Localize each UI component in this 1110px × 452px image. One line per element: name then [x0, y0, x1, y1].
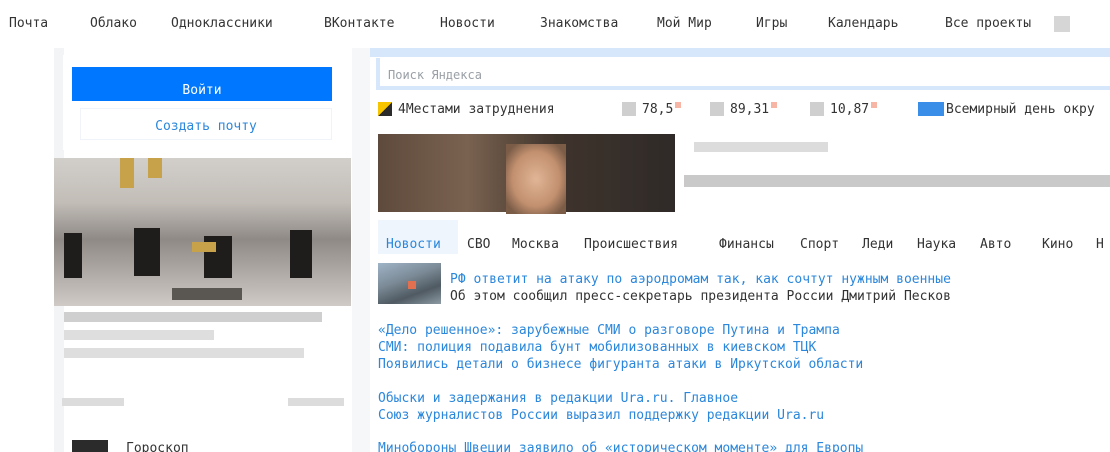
news-link[interactable]: СМИ: полиция подавила бунт мобилизованны… [378, 340, 816, 355]
tab-science[interactable]: Наука [917, 237, 956, 252]
currency-icon [810, 102, 824, 116]
top-news-blur-title [694, 142, 828, 152]
news-link[interactable]: Союз журналистов России выразил поддержк… [378, 408, 824, 423]
nav-myworld[interactable]: Мой Мир [657, 16, 712, 31]
nav-dating[interactable]: Знакомства [540, 16, 618, 31]
rate-change-icon [871, 102, 878, 108]
info-row: 4Местами затруднения 78,5 89,31 10,87 Вс… [378, 100, 1110, 120]
news-subtitle: Об этом сообщил пресс-секретарь президен… [450, 289, 951, 304]
event-text: Всемирный день окру [946, 101, 1095, 117]
create-mail-button[interactable]: Создать почту [80, 108, 332, 140]
tab-incidents[interactable]: Происшествия [584, 237, 678, 252]
news-headline[interactable]: РФ ответит на атаку по аэродромам так, к… [450, 272, 951, 287]
traffic-icon [378, 102, 392, 116]
search-box [376, 58, 1110, 90]
tab-lady[interactable]: Леди [862, 237, 893, 252]
news-thumbnail[interactable] [378, 263, 441, 304]
news-link[interactable]: Появились детали о бизнесе фигуранта ата… [378, 357, 863, 372]
nav-calendar[interactable]: Календарь [828, 16, 898, 31]
promo-footer-right [288, 398, 344, 406]
rate-item-2[interactable]: 89,31 [710, 100, 778, 118]
rate-change-icon [771, 102, 778, 108]
rate-item-3[interactable]: 10,87 [810, 100, 878, 118]
promo-text [64, 312, 324, 366]
tab-more[interactable]: Н [1096, 237, 1104, 252]
nav-news[interactable]: Новости [440, 16, 495, 31]
column-divider [352, 48, 370, 452]
tab-svo[interactable]: СВО [467, 237, 490, 252]
traffic-item[interactable]: 4Местами затруднения [378, 100, 555, 118]
news-link[interactable]: Минобороны Швеции заявило об «историческ… [378, 441, 863, 452]
traffic-text: 4Местами затруднения [398, 101, 555, 117]
top-nav: Почта Облако Одноклассники ВКонтакте Нов… [0, 0, 1110, 48]
top-news-photo[interactable] [378, 134, 675, 214]
nav-all-projects[interactable]: Все проекты [945, 16, 1031, 31]
horoscope-label[interactable]: Гороскоп [126, 441, 189, 452]
tab-news[interactable]: Новости [386, 237, 441, 252]
search-frame [370, 48, 1110, 57]
event-icon [918, 102, 944, 116]
currency-icon [710, 102, 724, 116]
rate-change-icon [675, 102, 682, 108]
all-projects-icon[interactable] [1054, 16, 1070, 32]
horoscope-icon [72, 440, 108, 452]
promo-footer-left [62, 398, 124, 406]
tab-finance[interactable]: Финансы [719, 237, 774, 252]
nav-cloud[interactable]: Облако [90, 16, 137, 31]
rate-item-1[interactable]: 78,5 [622, 100, 682, 118]
news-link[interactable]: «Дело решенное»: зарубежные СМИ о разгов… [378, 323, 840, 338]
login-button[interactable]: Войти [72, 67, 332, 101]
news-link[interactable]: Обыски и задержания в редакции Ura.ru. Г… [378, 391, 738, 406]
top-news-blur-text [684, 175, 1110, 187]
tab-moscow[interactable]: Москва [512, 237, 559, 252]
nav-mail[interactable]: Почта [9, 16, 48, 31]
news-tabs: Новости СВО Москва Происшествия Финансы … [378, 220, 1110, 254]
rate-value-3: 10,87 [830, 101, 870, 117]
tab-cinema[interactable]: Кино [1042, 237, 1073, 252]
nav-games[interactable]: Игры [756, 16, 787, 31]
rate-value-1: 78,5 [642, 101, 674, 117]
tab-auto[interactable]: Авто [980, 237, 1011, 252]
currency-icon [622, 102, 636, 116]
nav-ok[interactable]: Одноклассники [171, 16, 273, 31]
rate-value-2: 89,31 [730, 101, 770, 117]
event-item[interactable]: Всемирный день окру [918, 100, 1095, 118]
nav-vk[interactable]: ВКонтакте [324, 16, 394, 31]
promo-image[interactable] [54, 158, 351, 306]
search-input[interactable] [380, 58, 1110, 86]
tab-sport[interactable]: Спорт [800, 237, 839, 252]
